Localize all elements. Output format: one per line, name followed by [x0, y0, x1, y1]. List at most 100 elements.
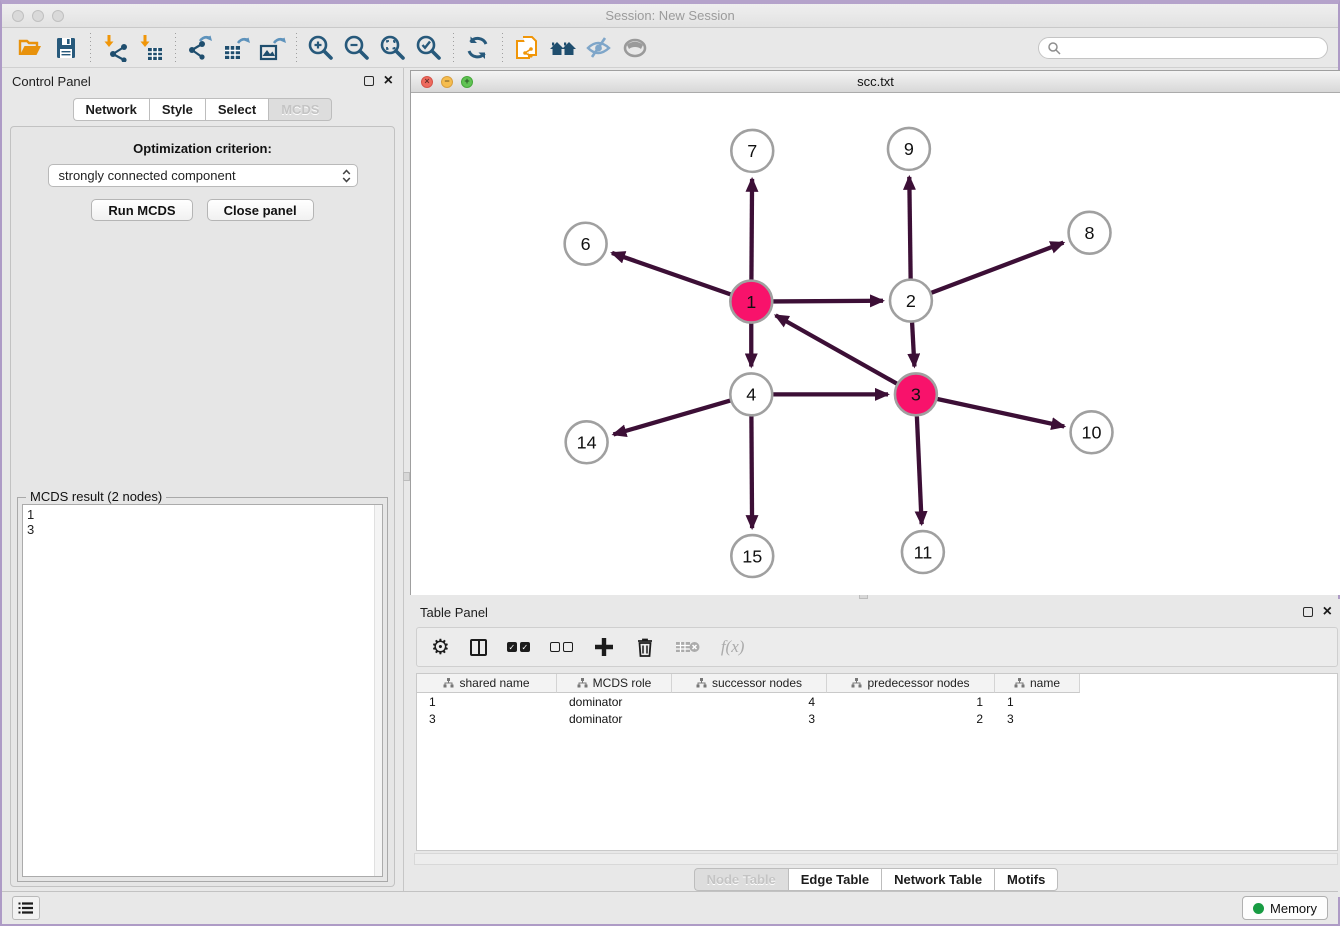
search-input[interactable]: [1061, 41, 1319, 55]
graph-edge-1-6[interactable]: [612, 253, 731, 294]
float-panel-icon[interactable]: [364, 76, 374, 86]
graph-node-label-7: 7: [747, 141, 757, 161]
table-tab-motifs[interactable]: Motifs: [994, 868, 1058, 891]
table-tab-network-table[interactable]: Network Table: [881, 868, 994, 891]
table-settings-button[interactable]: ⚙: [431, 634, 450, 660]
import-network-button[interactable]: [97, 32, 133, 64]
table-cell[interactable]: 2: [827, 712, 995, 726]
table-horizontal-scrollbar[interactable]: [414, 853, 1338, 865]
table-tabs: Node TableEdge TableNetwork TableMotifs: [410, 868, 1340, 891]
column-header-predecessor-nodes[interactable]: predecessor nodes: [827, 674, 995, 693]
export-image-button[interactable]: [254, 32, 290, 64]
select-all-button[interactable]: ✓ ✓: [507, 634, 530, 660]
graph-edge-3-11[interactable]: [917, 416, 922, 524]
search-icon: [1047, 41, 1061, 55]
function-builder-button[interactable]: f(x): [721, 634, 745, 660]
vertical-splitter-grip[interactable]: [403, 472, 410, 481]
mcds-result-text[interactable]: 1 3: [22, 504, 383, 877]
open-session-button[interactable]: [12, 32, 48, 64]
tab-style[interactable]: Style: [149, 98, 205, 121]
run-mcds-button[interactable]: Run MCDS: [91, 199, 192, 221]
column-tree-icon: [696, 678, 707, 688]
table-cell[interactable]: 3: [417, 712, 557, 726]
table-cell[interactable]: 1: [827, 695, 995, 709]
zoom-in-button[interactable]: [303, 32, 339, 64]
graph-edge-3-10[interactable]: [937, 399, 1064, 426]
zoom-out-button[interactable]: [339, 32, 375, 64]
tab-network[interactable]: Network: [73, 98, 149, 121]
table-row[interactable]: 3dominator323: [417, 710, 1337, 727]
graph-edge-1-7[interactable]: [751, 179, 752, 280]
mcds-result-title: MCDS result (2 nodes): [26, 489, 166, 504]
close-panel-icon[interactable]: ×: [384, 76, 393, 86]
graph-edge-4-14[interactable]: [613, 401, 730, 435]
optimization-criterion-label: Optimization criterion:: [11, 141, 394, 156]
graph-node-label-14: 14: [577, 433, 597, 453]
graph-node-label-11: 11: [914, 542, 933, 562]
control-panel: Control Panel × NetworkStyleSelectMCDS O…: [2, 68, 404, 897]
zoom-in-icon: [307, 34, 335, 62]
split-column-button[interactable]: [470, 634, 487, 660]
table-body: 1dominator4113dominator323: [417, 693, 1337, 727]
delete-column-button[interactable]: [635, 634, 655, 660]
export-network-button[interactable]: [182, 32, 218, 64]
birds-eye-button[interactable]: [617, 32, 653, 64]
control-panel-title: Control Panel: [12, 74, 91, 89]
column-header-shared-name[interactable]: shared name: [417, 674, 557, 693]
graph-edge-4-15[interactable]: [751, 416, 752, 528]
graph-edge-2-8[interactable]: [931, 243, 1063, 293]
search-field[interactable]: [1038, 37, 1328, 59]
network-canvas[interactable]: 7968124314101511: [411, 93, 1340, 595]
network-window-titlebar[interactable]: × − + scc.txt: [411, 71, 1340, 93]
graph-edge-3-1[interactable]: [776, 315, 897, 383]
duplicate-network-button[interactable]: [509, 32, 545, 64]
table-cell[interactable]: 1: [995, 695, 1080, 709]
toolbar-separator: [296, 33, 297, 63]
graph-edge-2-9[interactable]: [909, 177, 910, 279]
window-title: Session: New Session: [2, 8, 1338, 23]
close-panel-button[interactable]: Close panel: [207, 199, 314, 221]
first-neighbors-button[interactable]: [545, 32, 581, 64]
graph-edge-1-2[interactable]: [773, 301, 883, 302]
criterion-dropdown[interactable]: strongly connected component: [48, 164, 358, 187]
zoom-fit-button[interactable]: [375, 32, 411, 64]
table-cell[interactable]: 3: [672, 712, 827, 726]
table-cell[interactable]: 4: [672, 695, 827, 709]
column-header-successor-nodes[interactable]: successor nodes: [672, 674, 827, 693]
import-table-button[interactable]: [133, 32, 169, 64]
table-cell[interactable]: dominator: [557, 712, 672, 726]
zoom-selected-button[interactable]: [411, 32, 447, 64]
memory-button[interactable]: Memory: [1242, 896, 1328, 920]
export-network-icon: [186, 34, 214, 62]
tab-mcds[interactable]: MCDS: [268, 98, 332, 121]
refresh-button[interactable]: [460, 32, 496, 64]
float-table-panel-icon[interactable]: [1303, 607, 1313, 617]
save-session-button[interactable]: [48, 32, 84, 64]
zoom-fit-icon: [379, 34, 407, 62]
delete-table-button[interactable]: [675, 634, 701, 660]
close-table-panel-icon[interactable]: ×: [1323, 607, 1332, 617]
table-panel: Table Panel × ⚙ ✓ ✓: [410, 599, 1340, 897]
export-table-button[interactable]: [218, 32, 254, 64]
ui-settings-button[interactable]: [12, 896, 40, 920]
function-builder-icon: f(x): [721, 637, 745, 657]
add-column-button[interactable]: [593, 634, 615, 660]
table-cell[interactable]: 1: [417, 695, 557, 709]
result-scrollbar[interactable]: [374, 505, 382, 876]
deselect-all-button[interactable]: [550, 634, 573, 660]
tab-select[interactable]: Select: [205, 98, 268, 121]
column-header-MCDS-role[interactable]: MCDS role: [557, 674, 672, 693]
graphics-details-button[interactable]: [581, 32, 617, 64]
column-label: name: [1030, 676, 1060, 690]
table-tab-node-table[interactable]: Node Table: [694, 868, 788, 891]
column-header-name[interactable]: name: [995, 674, 1080, 693]
graph-node-label-3: 3: [911, 385, 921, 405]
table-tab-edge-table[interactable]: Edge Table: [788, 868, 881, 891]
table-row[interactable]: 1dominator411: [417, 693, 1337, 710]
import-network-icon: [101, 34, 129, 62]
table-cell[interactable]: dominator: [557, 695, 672, 709]
table-settings-gear-icon: ⚙: [431, 637, 450, 658]
table-cell[interactable]: 3: [995, 712, 1080, 726]
graph-edge-2-3[interactable]: [912, 323, 914, 367]
graph-node-label-8: 8: [1085, 223, 1095, 243]
